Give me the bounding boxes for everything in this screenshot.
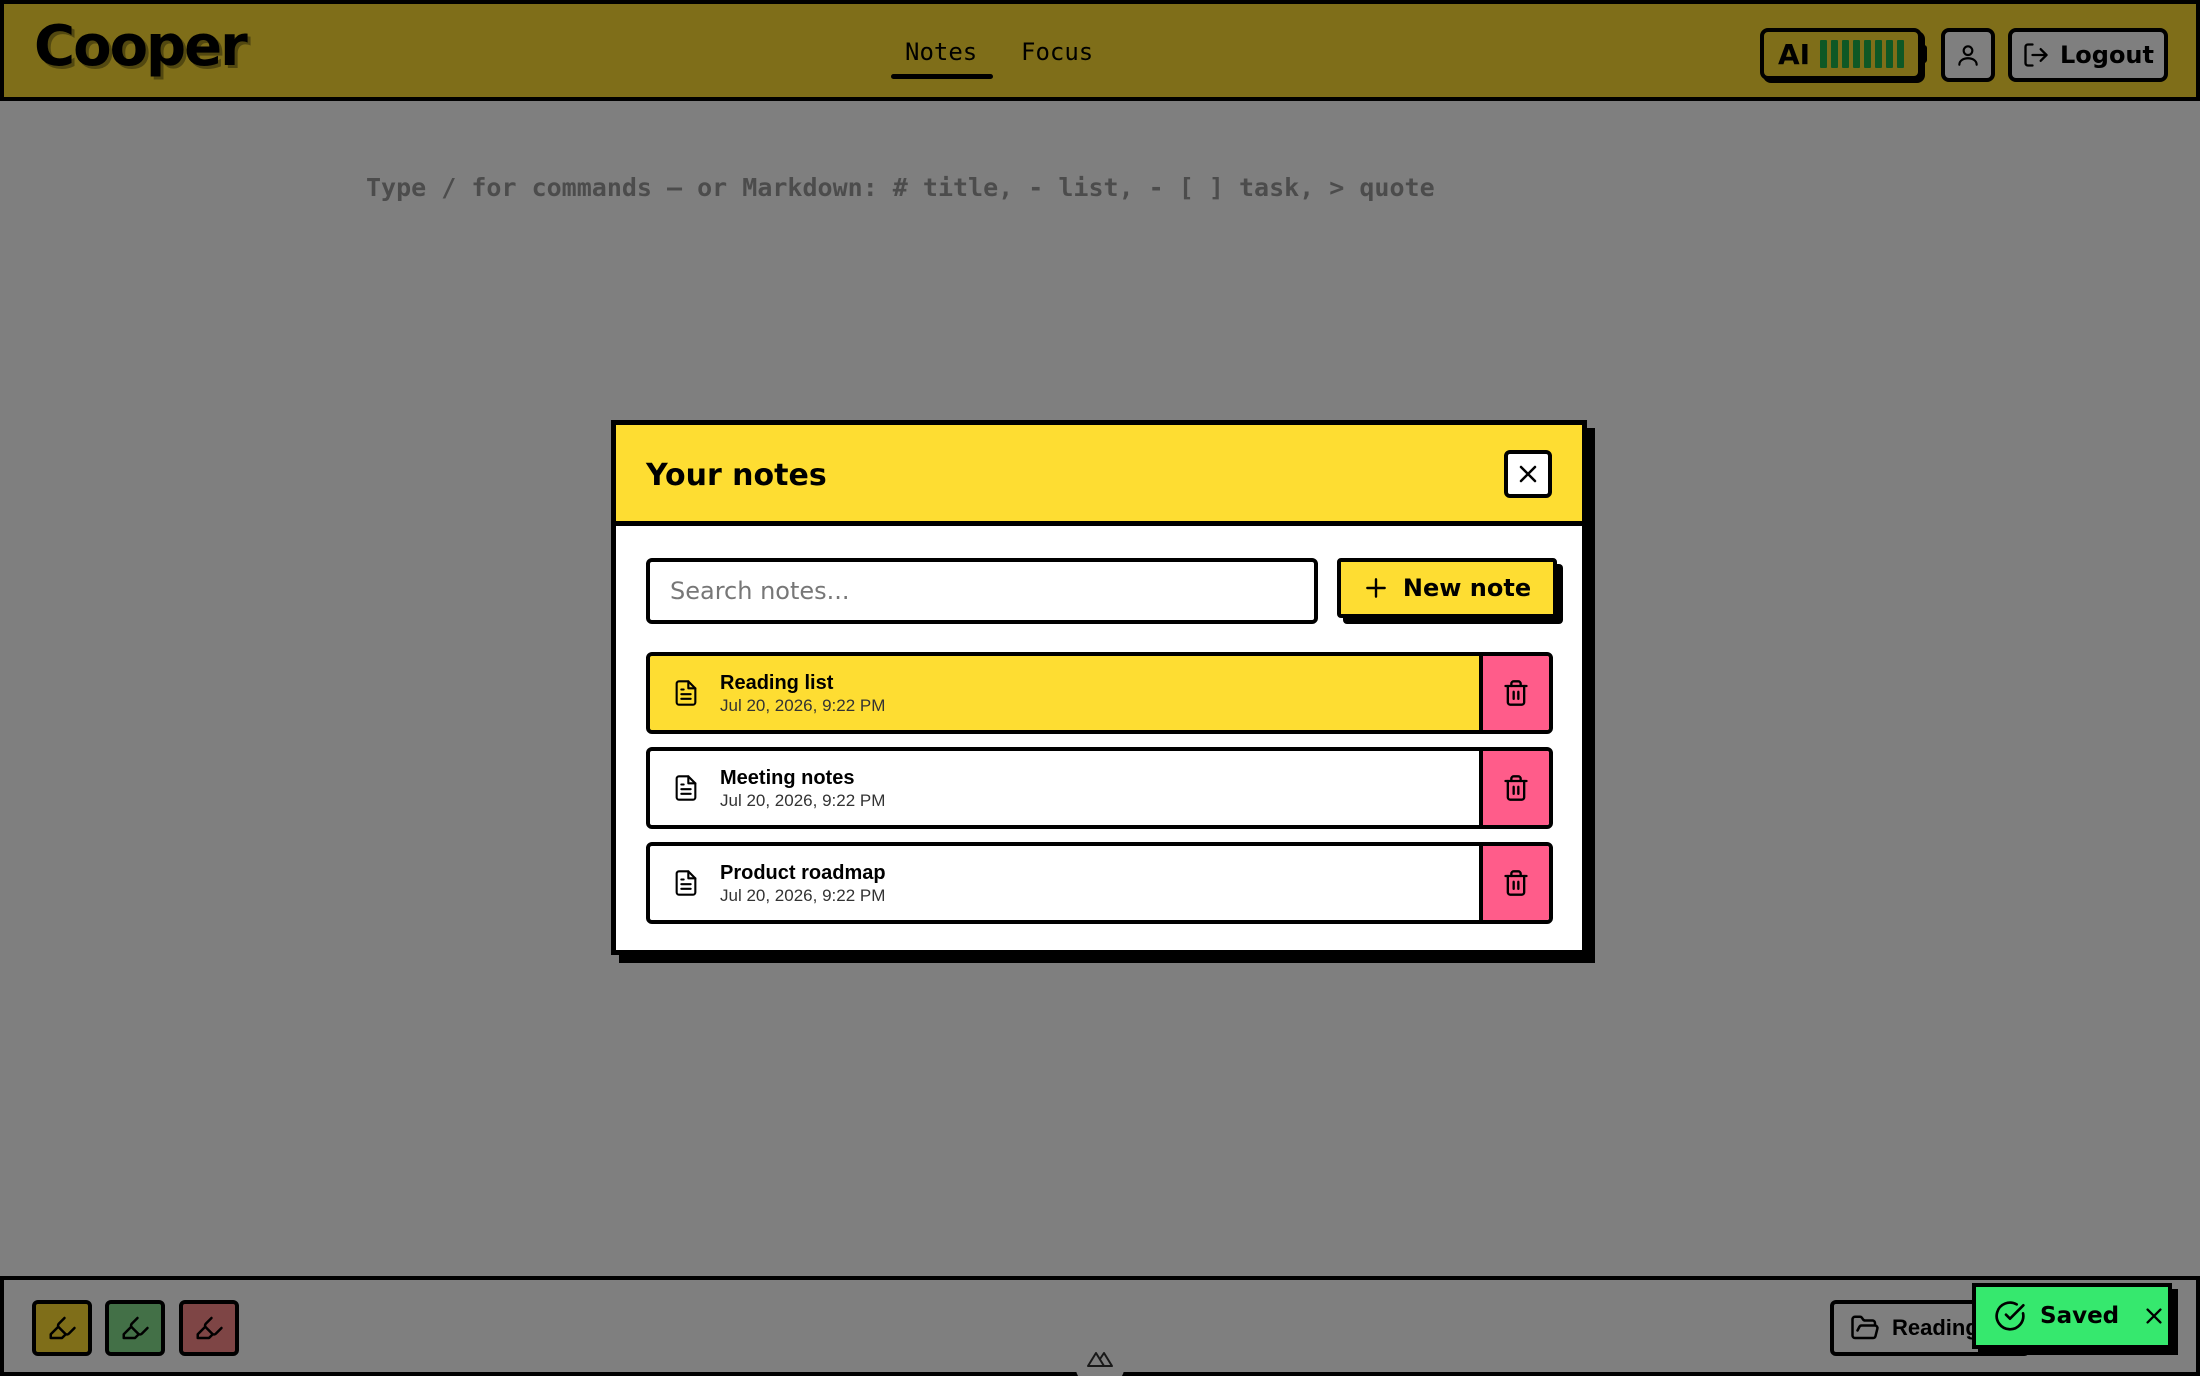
note-date: Jul 20, 2026, 9:22 PM — [720, 885, 886, 905]
note-date: Jul 20, 2026, 9:22 PM — [720, 790, 886, 810]
delete-note-button[interactable] — [1479, 656, 1549, 730]
note-open-area[interactable]: Meeting notes Jul 20, 2026, 9:22 PM — [650, 751, 1479, 825]
delete-note-button[interactable] — [1479, 751, 1549, 825]
close-icon — [2146, 1308, 2162, 1324]
note-title: Reading list — [720, 671, 834, 694]
saved-toast: Saved — [1972, 1283, 2172, 1349]
note-list-item: Meeting notes Jul 20, 2026, 9:22 PM — [646, 747, 1553, 829]
document-icon — [675, 775, 697, 801]
note-title: Meeting notes — [720, 766, 855, 789]
note-list-item: Reading list Jul 20, 2026, 9:22 PM — [646, 652, 1553, 734]
modal-header: Your notes — [616, 425, 1582, 526]
trash-icon — [1504, 775, 1528, 801]
modal-title: Your notes — [646, 458, 827, 493]
note-date: Jul 20, 2026, 9:22 PM — [720, 695, 886, 715]
note-open-area[interactable]: Reading list Jul 20, 2026, 9:22 PM — [650, 656, 1479, 730]
search-notes-input[interactable] — [646, 558, 1318, 624]
new-note-button[interactable]: New note — [1337, 558, 1557, 618]
trash-icon — [1504, 680, 1528, 706]
notes-modal: Your notes New note Reading list Jul 20,… — [611, 420, 1587, 955]
toast-label: Saved — [2040, 1303, 2120, 1329]
document-icon — [675, 870, 697, 896]
note-list-item: Product roadmap Jul 20, 2026, 9:22 PM — [646, 842, 1553, 924]
document-icon — [675, 680, 697, 706]
delete-note-button[interactable] — [1479, 846, 1549, 920]
modal-close-button[interactable] — [1504, 450, 1552, 498]
close-icon — [1519, 465, 1537, 483]
trash-icon — [1504, 870, 1528, 896]
plus-icon — [1366, 578, 1386, 598]
note-title: Product roadmap — [720, 861, 886, 884]
toast-close-button[interactable] — [2143, 1305, 2165, 1327]
check-circle-icon — [1995, 1301, 2025, 1331]
note-open-area[interactable]: Product roadmap Jul 20, 2026, 9:22 PM — [650, 846, 1479, 920]
new-note-label: New note — [1402, 574, 1532, 602]
